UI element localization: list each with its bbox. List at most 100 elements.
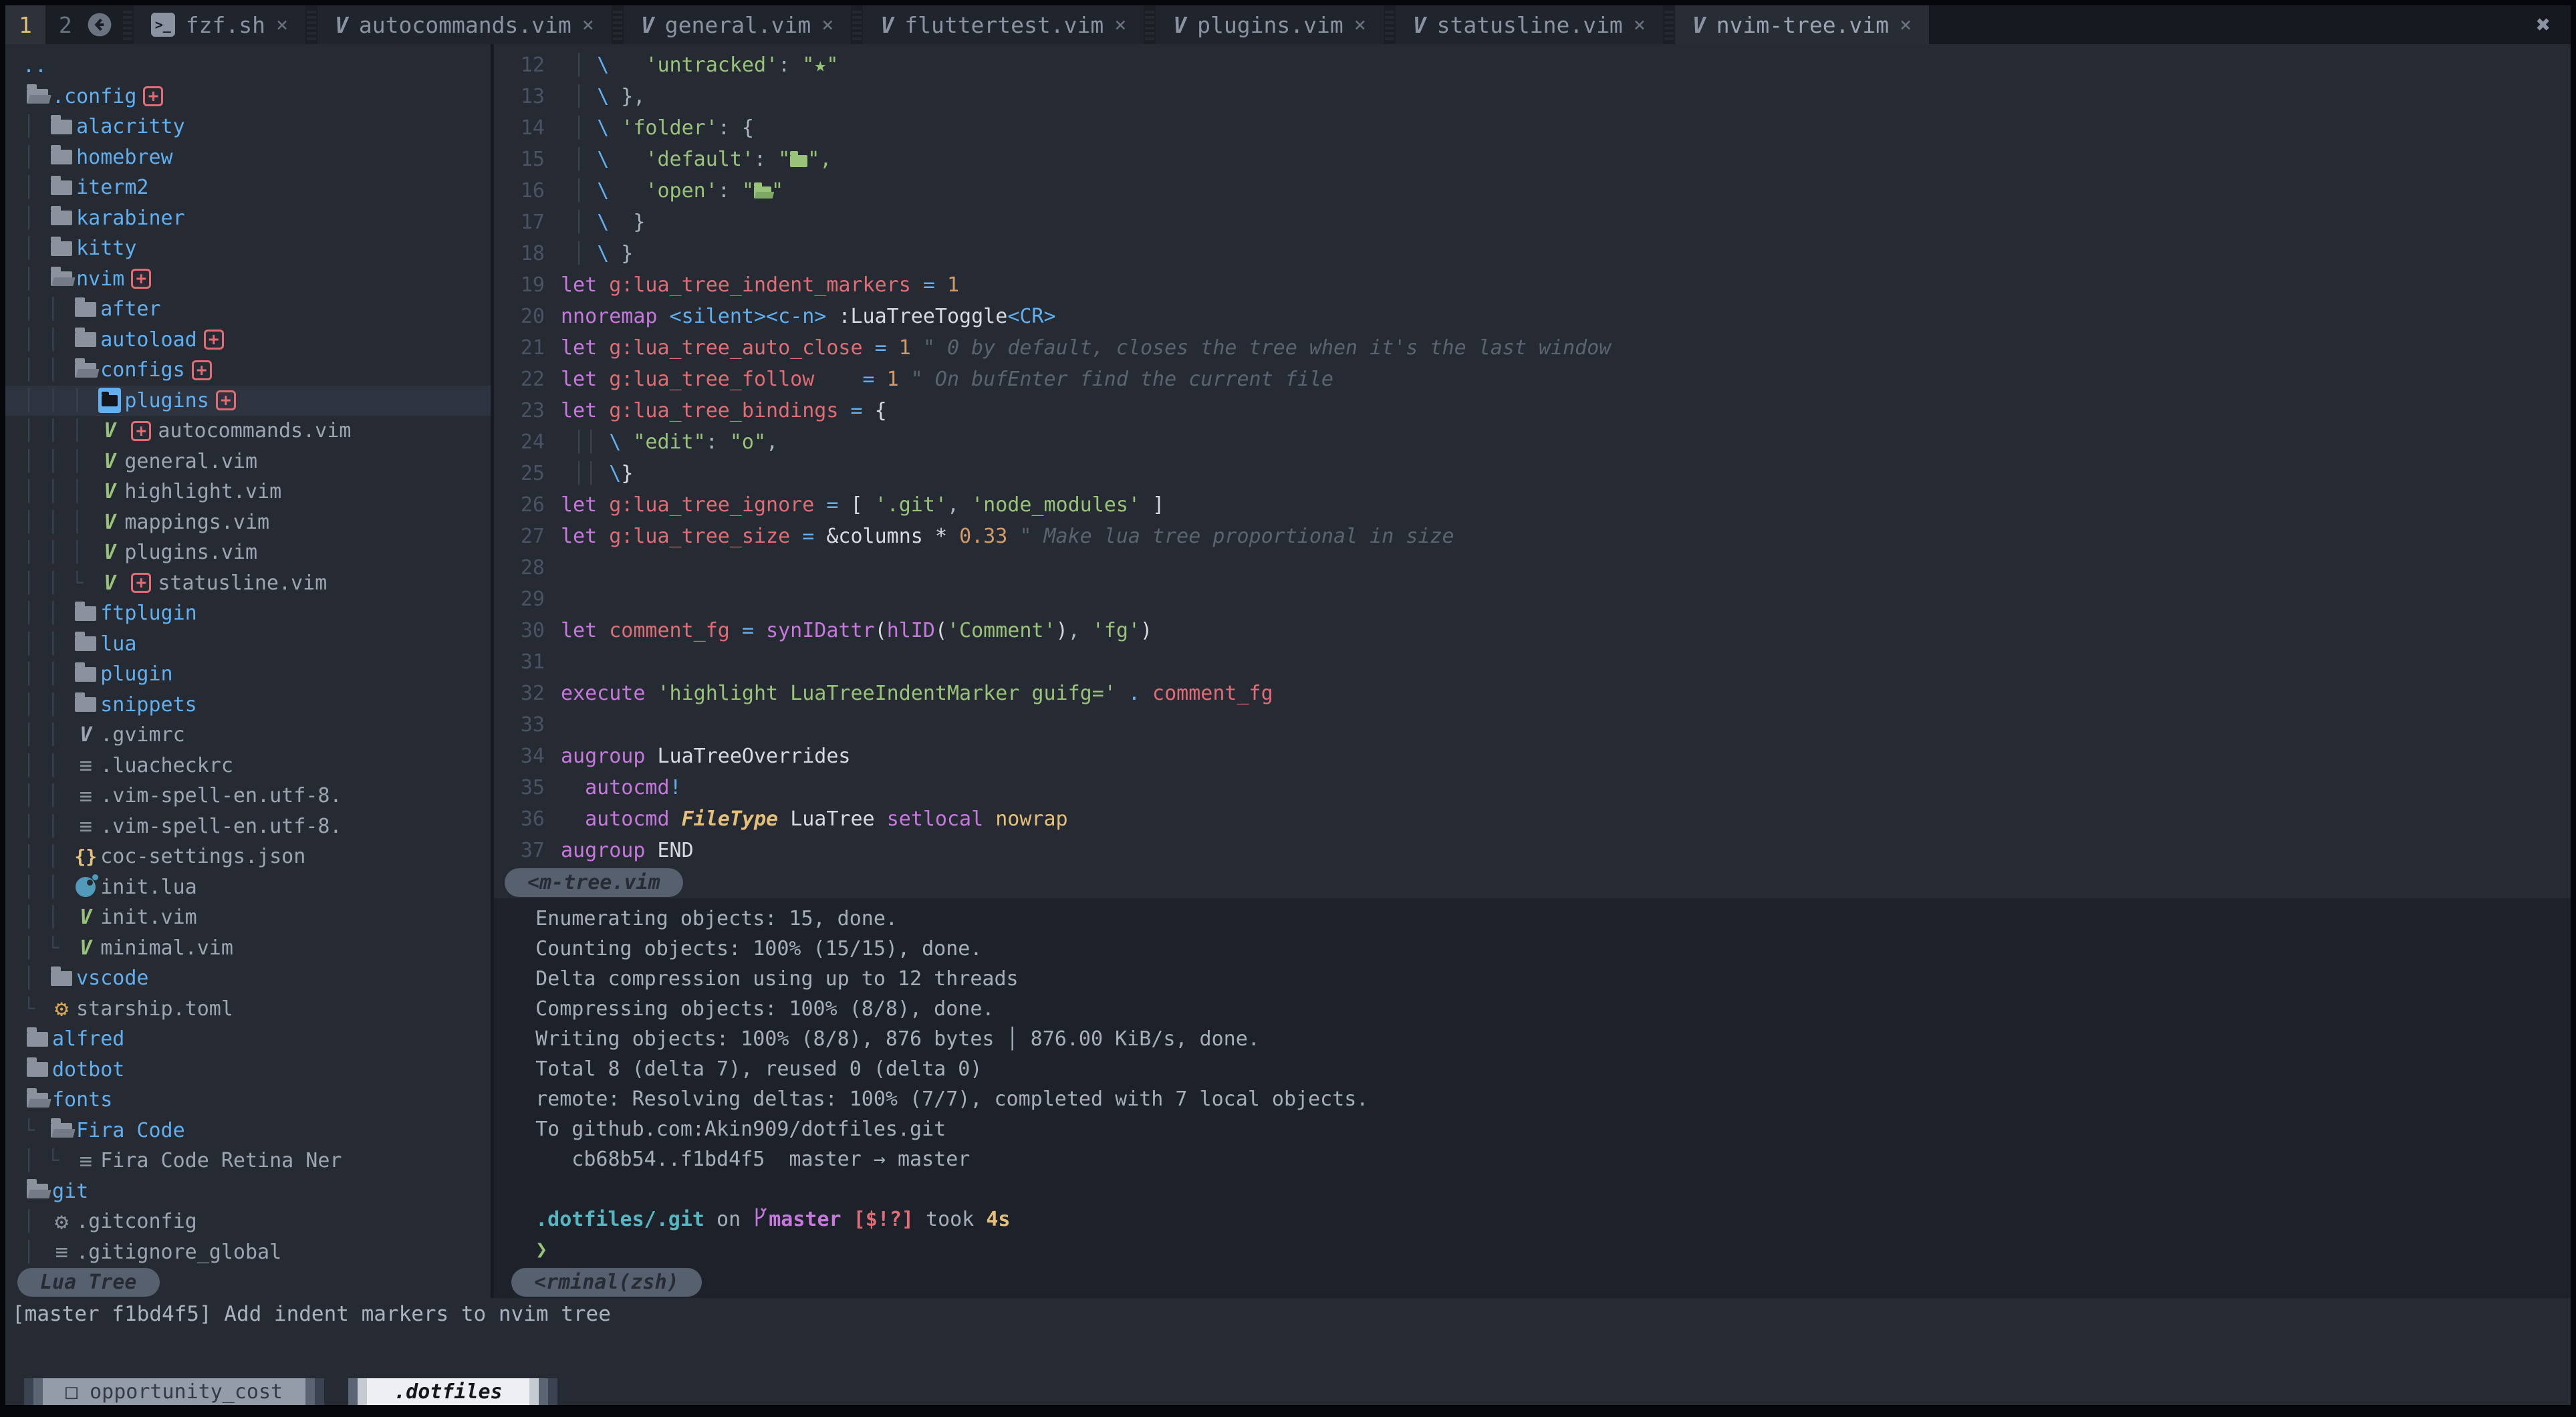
tree-item-vscode[interactable]: │ vscode: [23, 963, 491, 994]
indent-guide: │ │: [23, 784, 71, 807]
tab-close-icon[interactable]: ×: [821, 13, 833, 37]
tab-close-icon[interactable]: ×: [1114, 13, 1126, 37]
tree-item-plugins.vim[interactable]: │ │ │ Vplugins.vim: [23, 537, 491, 568]
code-token: │: [561, 148, 597, 171]
tab-number-1[interactable]: 1: [5, 5, 45, 44]
tree-item-general.vim[interactable]: │ │ │ Vgeneral.vim: [23, 446, 491, 477]
tree-item-.luacheckrc[interactable]: │ │ ≡.luacheckrc: [23, 751, 491, 781]
tab-close-icon[interactable]: ×: [276, 13, 288, 37]
tree-item-homebrew[interactable]: │ homebrew: [23, 142, 491, 173]
tab-close-icon[interactable]: ×: [1634, 13, 1646, 37]
code-token: LuaTree: [790, 807, 874, 831]
code-editor[interactable]: 12 │ \ 'untracked': "★"13 │ \ },14 │ \ '…: [494, 44, 2571, 866]
tree-item-kitty[interactable]: │ kitty: [23, 233, 491, 264]
tree-item-label: init.lua: [100, 876, 197, 899]
line-number: 22: [494, 368, 561, 391]
gear-icon: ⚙: [47, 1208, 76, 1235]
tree-item-fonts[interactable]: fonts: [23, 1085, 491, 1116]
tmux-window-dotfiles[interactable]: .dotfiles: [367, 1378, 529, 1405]
tree-item-.gitignore-global[interactable]: │ ≡.gitignore_global: [23, 1237, 491, 1267]
tree-item-ftplugin[interactable]: │ │ ftplugin: [23, 598, 491, 629]
tree-item-.vim-spell-en.utf-8.[interactable]: │ │ ≡.vim-spell-en.utf-8.: [23, 781, 491, 811]
tree-item-alacritty[interactable]: │ alacritty: [23, 112, 491, 142]
tree-item-minimal.vim[interactable]: │ └ Vminimal.vim: [23, 933, 491, 964]
tree-item-mappings.vim[interactable]: │ │ │ Vmappings.vim: [23, 507, 491, 538]
tree-item-autoload[interactable]: │ │ autoload+: [23, 325, 491, 356]
code-token: [645, 745, 657, 768]
prompt-took: took: [914, 1208, 986, 1231]
line-number: 34: [494, 745, 561, 768]
segment-shade: [24, 1378, 33, 1405]
tab-statusline.vim[interactable]: Vstatusline.vim×: [1396, 5, 1663, 44]
tmux-window-opportunity-cost[interactable]: □ opportunity_cost: [43, 1378, 305, 1405]
tree-item-starship.toml[interactable]: └ ⚙starship.toml: [23, 994, 491, 1025]
terminal-line: Delta compression using up to 12 threads: [511, 964, 2571, 994]
tree-item-plugin[interactable]: │ │ plugin: [23, 659, 491, 690]
line-number: 37: [494, 839, 561, 862]
terminal-split[interactable]: Enumerating objects: 15, done. Counting …: [494, 898, 2571, 1298]
code-token: :: [754, 148, 778, 171]
tab-number-2[interactable]: 2: [45, 5, 86, 44]
tree-item-statusline.vim[interactable]: │ │ └ V+statusline.vim: [23, 568, 491, 599]
tab-fzf.sh[interactable]: >_fzf.sh×: [134, 5, 305, 44]
tab-general.vim[interactable]: Vgeneral.vim×: [624, 5, 851, 44]
gear-glyph: ⚙: [55, 995, 68, 1022]
tree-item-lua[interactable]: │ │ lua: [23, 629, 491, 660]
tree-item-label: .luacheckrc: [100, 754, 233, 777]
tree-item-karabiner[interactable]: │ karabiner: [23, 203, 491, 234]
tree-item-.gitconfig[interactable]: │ ⚙.gitconfig: [23, 1206, 491, 1237]
tree-item-highlight.vim[interactable]: │ │ │ Vhighlight.vim: [23, 477, 491, 507]
tab-close-icon[interactable]: ×: [1900, 13, 1912, 37]
code-token: ": [778, 148, 790, 171]
code-token: FileType: [682, 807, 779, 831]
code-token: augroup: [561, 839, 645, 862]
tab-fluttertest.vim[interactable]: Vfluttertest.vim×: [863, 5, 1144, 44]
close-all-icon[interactable]: ✖: [2516, 5, 2571, 44]
indent-guide: │ │: [23, 723, 71, 747]
terminal-line: cb68b54..f1bd4f5 master → master: [511, 1144, 2571, 1174]
tree-item-init.vim[interactable]: │ │ Vinit.vim: [23, 902, 491, 933]
code-token: [730, 619, 742, 642]
terminal-statusline: <rminal(zsh): [511, 1266, 2571, 1298]
tree-item-alfred[interactable]: alfred: [23, 1024, 491, 1055]
history-back-icon[interactable]: [86, 5, 122, 44]
segment-shade: [33, 1378, 43, 1405]
tree-item-.vim-spell-en.utf-8.[interactable]: │ │ ≡.vim-spell-en.utf-8.: [23, 811, 491, 842]
code-token: :: [706, 430, 730, 454]
tab-close-icon[interactable]: ×: [1354, 13, 1366, 37]
tree-item-.config[interactable]: .config+: [23, 82, 491, 112]
tree-item-autocommands.vim[interactable]: │ │ │ V+autocommands.vim: [23, 416, 491, 446]
code-token: autocmd: [585, 807, 669, 831]
tree-item-label: git: [52, 1180, 88, 1203]
code-token: ): [1140, 619, 1152, 642]
tree-item-dotbot[interactable]: dotbot: [23, 1055, 491, 1085]
code-token: =: [802, 525, 814, 548]
tree-item-init.lua[interactable]: │ │ init.lua: [23, 872, 491, 903]
vim-file-gray-icon: V: [71, 723, 100, 747]
tab-close-icon[interactable]: ×: [582, 13, 594, 37]
tree-item-Fira-Code[interactable]: └ Fira Code: [23, 1116, 491, 1146]
code-token: \: [597, 53, 609, 77]
code-token: [645, 682, 657, 705]
tree-item-after[interactable]: │ │ after: [23, 294, 491, 325]
tree-item-coc-settings.json[interactable]: │ │ {}coc-settings.json: [23, 842, 491, 872]
tree-item-.gvimrc[interactable]: │ │ V.gvimrc: [23, 720, 491, 751]
prompt-on: on: [704, 1208, 753, 1231]
tab-autocommands.vim[interactable]: Vautocommands.vim×: [317, 5, 612, 44]
tree-item-Fira-Code-Retina-Ner[interactable]: │ └ ≡Fira Code Retina Ner: [23, 1146, 491, 1176]
tree-item-iterm2[interactable]: │ iterm2: [23, 172, 491, 203]
tree-item-snippets[interactable]: │ │ snippets: [23, 690, 491, 721]
git-plus-badge: +: [131, 421, 151, 441]
terminal-status-pill: <rminal(zsh): [511, 1268, 702, 1297]
tab-separator: [307, 8, 316, 41]
code-token: ,: [1068, 619, 1092, 642]
tree-item-..[interactable]: ..: [23, 51, 491, 82]
tab-nvim-tree.vim[interactable]: Vnvim-tree.vim×: [1675, 5, 1929, 44]
tab-plugins.vim[interactable]: Vplugins.vim×: [1156, 5, 1383, 44]
tree-item-nvim[interactable]: │ nvim+: [23, 264, 491, 295]
tree-item-plugins[interactable]: │ │ │ plugins+: [5, 386, 491, 416]
code-token: │: [561, 116, 597, 140]
line-number: 28: [494, 556, 561, 579]
tree-item-configs[interactable]: │ │ configs+: [23, 355, 491, 386]
tree-item-git[interactable]: git: [23, 1176, 491, 1207]
